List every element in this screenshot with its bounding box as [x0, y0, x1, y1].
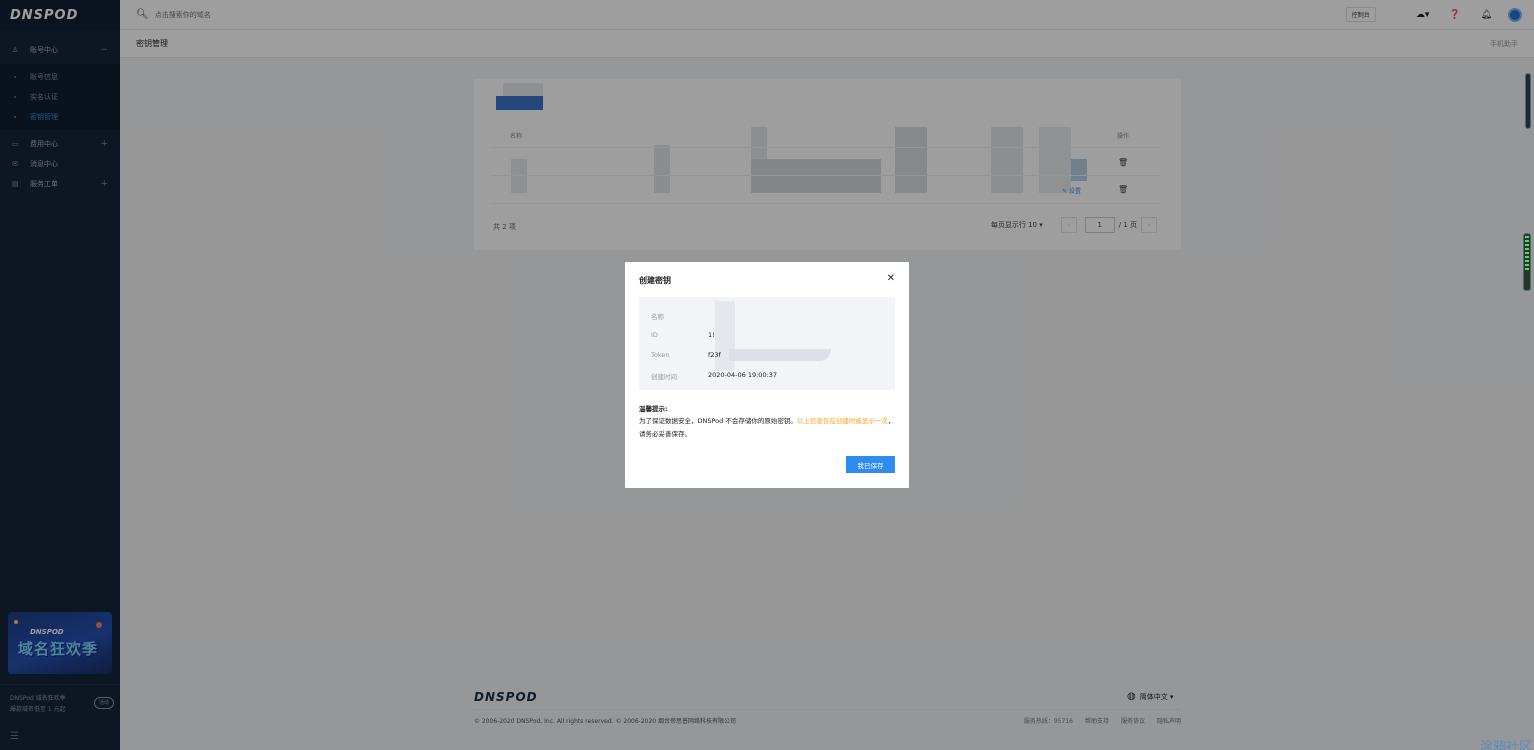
- field-label-token: Token: [651, 351, 670, 359]
- tip-warning: 以上信息仅在创建时被显示一次: [796, 417, 888, 425]
- dialog-title: 创建密钥: [639, 276, 671, 285]
- status-indicator: [1523, 233, 1531, 291]
- field-value-token: f23f: [708, 351, 721, 359]
- key-info-panel: 名称 ID 1! Token f23f 创建时间 2020-04-06 19:0…: [639, 297, 895, 390]
- create-key-dialog: 创建密钥 ✕ 名称 ID 1! Token f23f 创建时间 2020-04-…: [625, 262, 909, 488]
- watermark: 涂鸦社区: [1479, 740, 1532, 750]
- field-value-id: 1!: [708, 331, 715, 339]
- confirm-saved-button[interactable]: 我已保存: [846, 456, 895, 473]
- close-icon[interactable]: ✕: [887, 273, 895, 284]
- blurred-region: [729, 349, 831, 361]
- field-value-created-time: 2020-04-06 19:00:37: [708, 371, 778, 379]
- field-label-id: ID: [651, 331, 658, 339]
- tip-text: 为了保证数据安全，DNSPod 不会存储你的原始密钥。以上信息仅在创建时被显示一…: [639, 415, 897, 441]
- tip-body: 为了保证数据安全，DNSPod 不会存储你的原始密钥。: [639, 417, 797, 425]
- field-label-created-time: 创建时间: [651, 373, 677, 381]
- field-label-name: 名称: [651, 313, 664, 321]
- scroll-indicator[interactable]: [1525, 73, 1531, 129]
- tip-title: 温馨提示:: [639, 405, 668, 413]
